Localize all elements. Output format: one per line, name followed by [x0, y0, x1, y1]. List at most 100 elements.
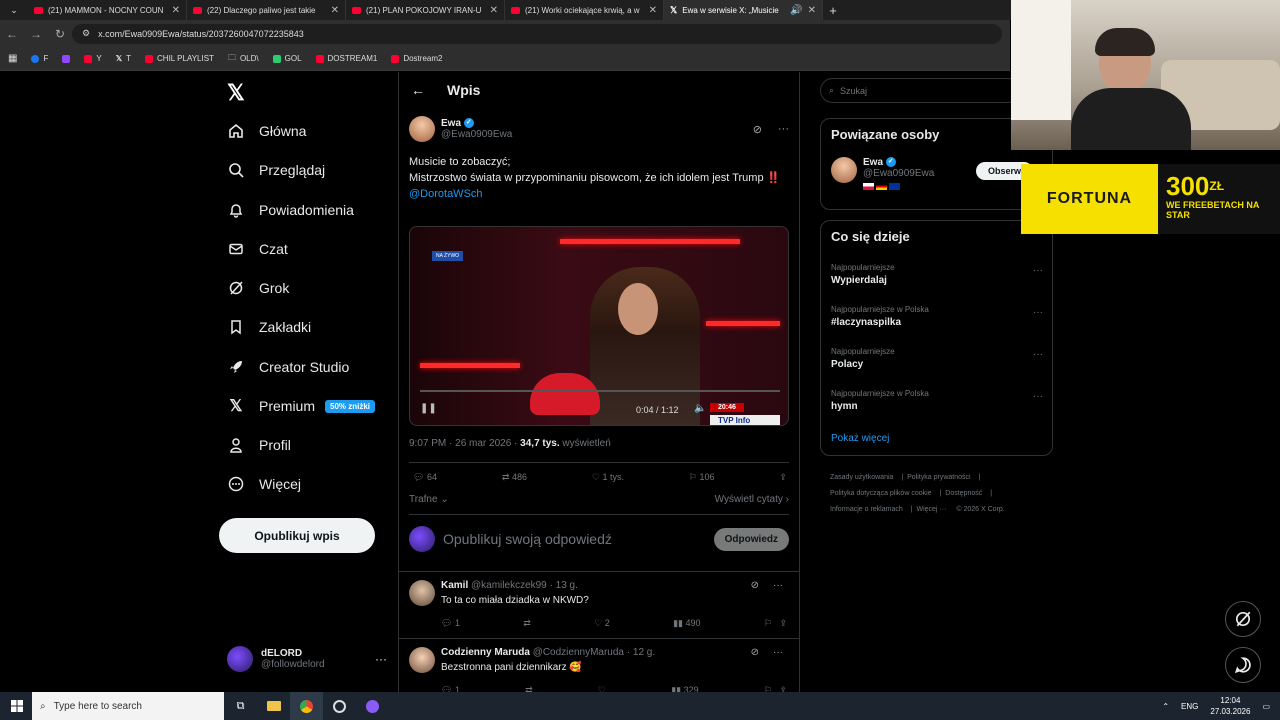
- nav-item-bookmarks[interactable]: Zakładki: [227, 318, 311, 336]
- bookmark-item[interactable]: 𝕏T: [116, 54, 131, 63]
- bookmark-item[interactable]: CHIL PLAYLIST: [145, 54, 214, 63]
- more-icon[interactable]: ···: [1033, 391, 1043, 402]
- chevron-up-icon[interactable]: ⌃: [1162, 702, 1169, 711]
- bookmark-item[interactable]: GOL: [272, 54, 302, 63]
- view-quotes-link[interactable]: Wyświetl cytaty ›: [715, 494, 789, 505]
- avatar[interactable]: [409, 116, 435, 142]
- back-icon[interactable]: ←: [0, 27, 24, 41]
- nav-item-explore[interactable]: Przeglądaj: [227, 161, 325, 179]
- x-logo-icon[interactable]: 𝕏: [227, 80, 245, 106]
- nav-item-more[interactable]: Więcej: [227, 475, 301, 493]
- author-handle[interactable]: @Ewa0909Ewa: [441, 129, 747, 140]
- repost-icon[interactable]: ⇄: [525, 685, 533, 692]
- back-arrow-icon[interactable]: ←: [411, 82, 425, 98]
- clock[interactable]: 12:04 27.03.2026: [1210, 695, 1250, 717]
- reload-icon[interactable]: ↻: [48, 27, 72, 41]
- nav-item-profile[interactable]: Profil: [227, 436, 291, 454]
- messages-float-button[interactable]: [1225, 647, 1261, 683]
- show-more-link[interactable]: Pokaż więcej: [831, 433, 889, 444]
- bookmark-item[interactable]: [62, 54, 71, 63]
- app-icon[interactable]: [323, 692, 356, 720]
- bookmark-action[interactable]: ⚐ 106: [689, 472, 715, 483]
- url-bar[interactable]: ⚙ x.com/Ewa0909Ewa/status/20372600470722…: [72, 23, 1002, 44]
- browser-tab[interactable]: (22) Dlaczego paliwo jest takie ✕: [187, 0, 346, 20]
- grok-icon[interactable]: ⊘: [751, 647, 759, 658]
- tab-search-button[interactable]: ⌄: [0, 5, 28, 16]
- more-icon[interactable]: ···: [1033, 307, 1043, 318]
- apps-icon[interactable]: ▦: [8, 53, 17, 64]
- trend-item[interactable]: Najpopularniejsze Wypierdalaj ···: [831, 263, 1043, 286]
- reply-action[interactable]: 💬︎ 1: [441, 618, 460, 629]
- chrome-icon[interactable]: [290, 692, 323, 720]
- nav-item-premium[interactable]: 𝕏 Premium 50% zniżki: [227, 397, 376, 415]
- related-person[interactable]: Ewa ✓ @Ewa0909Ewa: [831, 157, 934, 190]
- repost-icon[interactable]: ⇄: [523, 618, 531, 629]
- language-indicator[interactable]: ENG: [1181, 702, 1198, 711]
- more-icon[interactable]: ···: [375, 652, 387, 666]
- views-action[interactable]: ▮▮ 329: [671, 685, 698, 692]
- bookmark-item[interactable]: Y: [84, 54, 102, 63]
- bookmark-icon[interactable]: ⚐: [764, 685, 772, 692]
- like-action[interactable]: ♡ 2: [594, 618, 610, 629]
- footer-link[interactable]: Polityka dotycząca plików cookie: [830, 490, 932, 497]
- more-icon[interactable]: ···: [1033, 349, 1043, 360]
- share-icon[interactable]: ⇪: [779, 685, 787, 692]
- taskbar-search-input[interactable]: ⌕ Type here to search: [32, 692, 224, 720]
- reply-input[interactable]: Opublikuj swoją odpowiedź: [443, 531, 706, 547]
- reply-action[interactable]: 💬︎ 1: [441, 685, 460, 692]
- repost-action[interactable]: ⇄ 486: [502, 472, 527, 483]
- trend-item[interactable]: Najpopularniejsze Polacy ···: [831, 347, 1043, 370]
- mention-link[interactable]: @DorotaWSch: [409, 186, 789, 202]
- footer-link[interactable]: Więcej ···: [916, 506, 946, 513]
- trend-item[interactable]: Najpopularniejsze w Polska #laczynaspilka…: [831, 305, 1043, 328]
- reply-action[interactable]: 💬︎ 64: [413, 472, 437, 483]
- footer-link[interactable]: Polityka prywatności: [907, 474, 970, 481]
- footer-link[interactable]: Informacje o reklamach: [830, 506, 903, 513]
- nav-item-creator-studio[interactable]: Creator Studio: [227, 358, 349, 376]
- close-icon[interactable]: ✕: [808, 5, 816, 16]
- close-icon[interactable]: ✕: [331, 5, 339, 16]
- close-icon[interactable]: ✕: [490, 5, 498, 16]
- browser-tab[interactable]: (21) PLAN POKOJOWY IRAN-U ✕: [346, 0, 505, 20]
- grok-icon[interactable]: ⊘: [751, 580, 759, 591]
- avatar[interactable]: [409, 647, 435, 673]
- browser-tab[interactable]: (21) MAMMON - NOCNY COUN ✕: [28, 0, 187, 20]
- browser-tab-active[interactable]: 𝕏 Ewa w serwisie X: „Musicie 🔊 ✕: [664, 0, 823, 20]
- search-input[interactable]: ⌕ Szukaj: [820, 78, 1020, 103]
- share-icon[interactable]: ⇪: [779, 472, 787, 483]
- trend-item[interactable]: Najpopularniejsze w Polska hymn ···: [831, 389, 1043, 412]
- bookmark-folder[interactable]: 🗀 OLD\: [228, 52, 259, 66]
- bookmark-item[interactable]: F: [31, 54, 48, 63]
- close-icon[interactable]: ✕: [172, 5, 180, 16]
- speaker-icon[interactable]: 🔊: [790, 5, 802, 16]
- grok-icon[interactable]: ⊘: [753, 123, 762, 136]
- bookmark-item[interactable]: DOSTREAM1: [315, 54, 377, 63]
- forward-icon[interactable]: →: [24, 27, 48, 41]
- footer-link[interactable]: Zasady użytkowania: [830, 474, 893, 481]
- bookmark-icon[interactable]: ⚐: [764, 618, 772, 628]
- nav-item-notifications[interactable]: Powiadomienia: [227, 201, 354, 219]
- views-action[interactable]: ▮▮ 490: [673, 618, 700, 629]
- site-info-icon[interactable]: ⚙: [82, 28, 90, 39]
- more-icon[interactable]: ···: [1033, 265, 1043, 276]
- close-icon[interactable]: ✕: [649, 5, 657, 16]
- share-icon[interactable]: ⇪: [779, 618, 787, 628]
- nav-item-chat[interactable]: Czat: [227, 240, 288, 258]
- sort-dropdown[interactable]: Trafne ⌄: [409, 494, 449, 505]
- video-player[interactable]: NA ŻYWO 20:46 TVP Info ❚❚ 0:04 / 1:12 🔈: [409, 226, 789, 426]
- windows-start-icon[interactable]: [0, 692, 33, 720]
- bookmark-item[interactable]: Dostream2: [391, 54, 442, 63]
- app-icon[interactable]: [356, 692, 389, 720]
- nav-item-home[interactable]: Główna: [227, 122, 306, 140]
- file-explorer-icon[interactable]: [257, 692, 290, 720]
- avatar[interactable]: [409, 580, 435, 606]
- notification-icon[interactable]: ▭: [1262, 702, 1270, 711]
- reply-button[interactable]: Odpowiedz: [713, 527, 789, 551]
- footer-link[interactable]: Dostępność: [945, 490, 982, 497]
- like-action[interactable]: ♡ 1 tys.: [592, 472, 624, 483]
- nav-item-grok[interactable]: Grok: [227, 279, 289, 297]
- video-progress-bar[interactable]: [420, 390, 780, 392]
- new-tab-button[interactable]: +: [823, 3, 843, 18]
- task-view-icon[interactable]: ⧉: [224, 692, 257, 720]
- browser-tab[interactable]: (21) Worki ociekające krwią, a w ✕: [505, 0, 664, 20]
